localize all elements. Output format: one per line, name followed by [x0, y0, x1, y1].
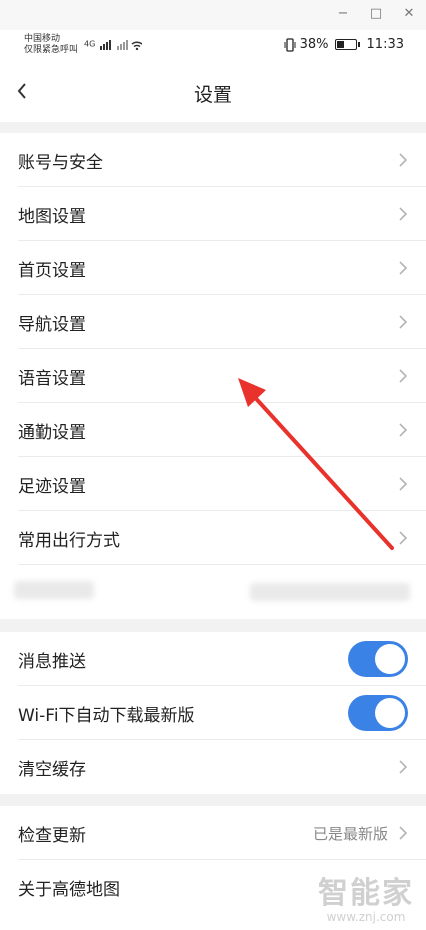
row-navigation-settings[interactable]: 导航设置 [0, 295, 426, 349]
row-label: 账号与安全 [18, 152, 103, 173]
row-wifi-auto-download: Wi-Fi下自动下载最新版 [0, 686, 426, 740]
blurred-value [250, 583, 410, 601]
row-label: 语音设置 [18, 368, 86, 389]
status-bar: 中国移动 仅限紧急呼叫 4G 38% 11:33 [0, 30, 426, 64]
row-push-notifications: 消息推送 [0, 632, 426, 686]
row-label: 消息推送 [18, 651, 86, 672]
blurred-label [14, 581, 94, 599]
battery-icon [334, 39, 360, 50]
maximize-button[interactable]: □ [365, 4, 387, 24]
chevron-right-icon [399, 760, 408, 774]
section-gap [0, 619, 426, 632]
network-type: 4G [84, 39, 96, 49]
row-label: 首页设置 [18, 260, 86, 281]
vibrate-icon [284, 37, 296, 52]
signal-indicator: 4G [84, 38, 143, 51]
row-label: 足迹设置 [18, 476, 86, 497]
row-label: Wi-Fi下自动下载最新版 [18, 705, 195, 726]
settings-group-1: 账号与安全 地图设置 首页设置 导航设置 语音设置 通勤设置 足迹设置 常用出行… [0, 133, 426, 619]
row-label: 检查更新 [18, 825, 86, 846]
row-label: 清空缓存 [18, 759, 86, 780]
section-gap [0, 122, 426, 133]
signal-bars-icon [99, 40, 143, 51]
chevron-right-icon [399, 315, 408, 329]
wifi-download-toggle[interactable] [348, 695, 408, 731]
settings-group-2: 消息推送 Wi-Fi下自动下载最新版 清空缓存 [0, 632, 426, 794]
status-right: 38% 11:33 [284, 37, 404, 52]
watermark: 智能家 www.znj.com [318, 876, 414, 925]
toggle-knob [375, 644, 405, 674]
chevron-right-icon [399, 261, 408, 275]
chevron-right-icon [399, 477, 408, 491]
row-footprint-settings[interactable]: 足迹设置 [0, 457, 426, 511]
row-home-settings[interactable]: 首页设置 [0, 241, 426, 295]
chevron-right-icon [399, 531, 408, 545]
page-title: 设置 [193, 84, 232, 106]
section-gap [0, 794, 426, 806]
row-account-security[interactable]: 账号与安全 [0, 133, 426, 187]
chevron-right-icon [399, 153, 408, 167]
carrier-name: 中国移动 [24, 34, 61, 44]
carrier-info: 中国移动 仅限紧急呼叫 [24, 34, 78, 56]
row-voice-settings[interactable]: 语音设置 [0, 349, 426, 403]
row-label: 通勤设置 [18, 422, 86, 443]
row-label: 常用出行方式 [18, 530, 120, 551]
row-travel-mode[interactable]: 常用出行方式 [0, 511, 426, 565]
row-commute-settings[interactable]: 通勤设置 [0, 403, 426, 457]
chevron-right-icon [399, 369, 408, 383]
row-map-settings[interactable]: 地图设置 [0, 187, 426, 241]
row-obscured[interactable] [0, 565, 426, 619]
push-toggle[interactable] [348, 641, 408, 677]
minimize-button[interactable]: − [332, 4, 354, 24]
app-header: 设置 [0, 64, 426, 122]
watermark-url: www.znj.com [326, 910, 406, 924]
update-status: 已是最新版 [312, 824, 388, 843]
watermark-logo: 智能家 [318, 876, 414, 911]
row-check-update[interactable]: 检查更新 已是最新版 [0, 806, 426, 860]
chevron-right-icon [399, 423, 408, 437]
row-label: 地图设置 [18, 206, 86, 227]
chevron-right-icon [399, 826, 408, 840]
window-title-bar: − □ ✕ [0, 0, 426, 31]
battery-percent: 38% [299, 37, 329, 52]
close-button[interactable]: ✕ [398, 4, 420, 24]
row-clear-cache[interactable]: 清空缓存 [0, 740, 426, 794]
toggle-knob [375, 698, 405, 728]
carrier-status: 仅限紧急呼叫 [24, 45, 79, 55]
clock: 11:33 [366, 37, 404, 52]
chevron-right-icon [399, 207, 408, 221]
row-label: 导航设置 [18, 314, 86, 335]
